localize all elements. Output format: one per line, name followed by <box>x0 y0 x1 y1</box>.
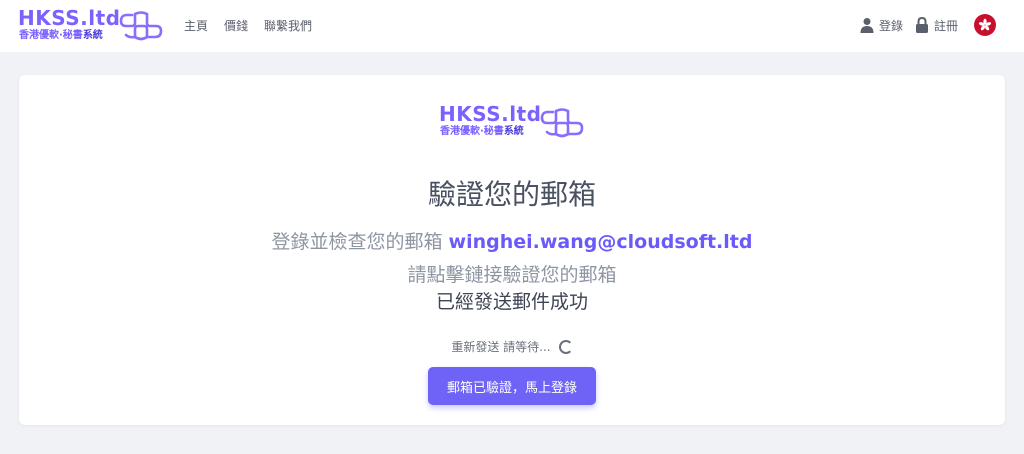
nav-pricing[interactable]: 價錢 <box>224 18 248 34</box>
user-email: winghei.wang@cloudsoft.ltd <box>448 231 753 253</box>
bauhinia-icon <box>978 18 992 31</box>
brand-knot-icon <box>119 11 163 41</box>
brand-name: HKSS.ltd <box>18 6 121 30</box>
card-brand-name: HKSS.ltd <box>439 102 542 126</box>
login-label: 登錄 <box>878 18 903 33</box>
nav-home[interactable]: 主頁 <box>184 18 208 34</box>
nav-contact[interactable]: 聯繫我們 <box>264 18 312 34</box>
user-icon <box>860 18 874 33</box>
login-link[interactable]: 登錄 <box>860 17 903 34</box>
lock-icon <box>915 17 928 33</box>
top-navbar: HKSS.ltd 香港優軟·秘書系統 主頁 價錢 聯繫我們 登錄 註冊 <box>0 0 1024 52</box>
register-link[interactable]: 註冊 <box>915 17 958 34</box>
click-link-instruction: 請點擊鏈接驗證您的郵箱 <box>407 264 617 286</box>
card-brand-tagline: 香港優軟·秘書系統 <box>440 126 524 137</box>
email-sent-status: 已經發送郵件成功 <box>435 291 588 313</box>
register-label: 註冊 <box>933 18 958 33</box>
verified-login-button[interactable]: 郵箱已驗證，馬上登錄 <box>428 367 596 405</box>
account-menu: 登錄 註冊 <box>860 14 996 36</box>
brand-logo-link[interactable]: HKSS.ltd 香港優軟·秘書系統 <box>18 6 168 46</box>
loading-spinner-icon <box>558 339 573 354</box>
main-nav: 主頁 價錢 聯繫我們 <box>184 18 312 34</box>
check-email-prefix: 登錄並檢查您的郵箱 <box>271 231 443 253</box>
brand-tagline: 香港優軟·秘書系統 <box>19 30 103 41</box>
card-brand-knot-icon <box>540 108 584 138</box>
card-brand-logo: HKSS.ltd 香港優軟·秘書系統 <box>439 102 589 142</box>
page-title: 驗證您的郵箱 <box>427 178 596 211</box>
resend-row: 重新發送 請等待... <box>19 338 1005 355</box>
check-email-instruction: 登錄並檢查您的郵箱 winghei.wang@cloudsoft.ltd <box>19 229 1005 255</box>
resend-countdown: 重新發送 請等待... <box>451 340 551 354</box>
verify-email-card: HKSS.ltd 香港優軟·秘書系統 驗證您的郵箱 登錄並檢查您的郵箱 wingh… <box>19 75 1005 425</box>
language-flag-hk-icon[interactable] <box>974 14 996 36</box>
